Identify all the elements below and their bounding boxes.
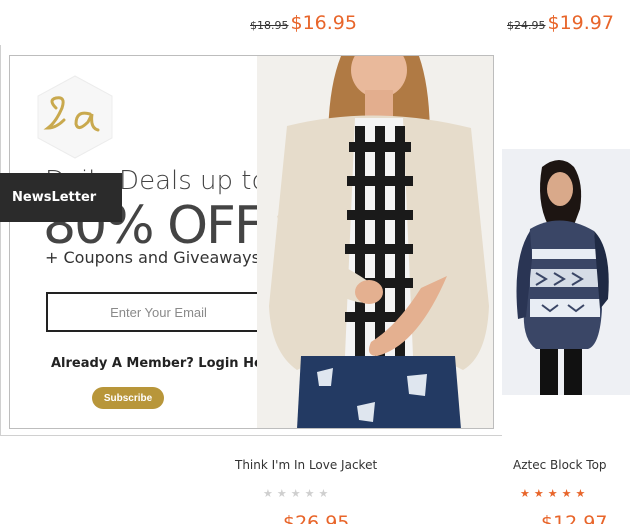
- grid-divider: [0, 45, 1, 435]
- sale-price: $19.97: [547, 12, 614, 34]
- product-price-top-1: $18.95 $16.95: [250, 12, 357, 34]
- grid-divider: [0, 435, 502, 436]
- old-price: $24.95: [507, 19, 546, 32]
- product-price-top-2: $24.95 $19.97: [507, 12, 614, 34]
- sale-price: $16.95: [290, 12, 357, 34]
- newsletter-tab[interactable]: NewsLetter: [0, 173, 122, 222]
- model-photo: [257, 56, 493, 428]
- old-price: $18.95: [250, 19, 289, 32]
- login-link[interactable]: Already A Member? Login Here: [51, 356, 278, 371]
- product-price: $12.97: [541, 512, 608, 524]
- rating-stars: ★★★★★: [263, 488, 333, 500]
- popup-subline: + Coupons and Giveaways!: [45, 248, 267, 267]
- model-photo: [502, 149, 630, 395]
- product-price: $26.95: [283, 512, 350, 524]
- rating-stars: ★★★★★: [520, 488, 590, 500]
- subscribe-button[interactable]: Subscribe: [92, 387, 164, 409]
- popup-model-photo: [257, 56, 493, 428]
- newsletter-popup: Daily Deals up to 80% OFF + Coupons and …: [9, 55, 494, 429]
- product-name[interactable]: Aztec Block Top: [513, 458, 607, 472]
- product-image-aztec-block-top[interactable]: [502, 149, 630, 395]
- product-name[interactable]: Think I'm In Love Jacket: [235, 458, 377, 472]
- email-field[interactable]: [46, 292, 271, 332]
- brand-logo: [37, 75, 113, 159]
